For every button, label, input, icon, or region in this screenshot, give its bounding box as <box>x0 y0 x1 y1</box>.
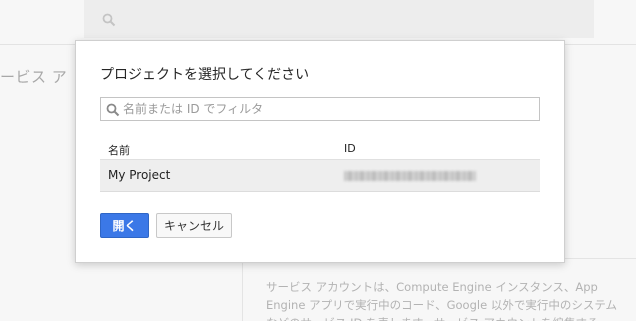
project-id-redacted <box>344 171 476 181</box>
background-page-title: ービス ア <box>0 68 68 86</box>
project-name: My Project <box>108 168 171 182</box>
project-table: 名前 ID My Project <box>100 136 540 192</box>
filter-input[interactable] <box>123 100 533 118</box>
search-icon <box>106 102 120 121</box>
table-row[interactable]: My Project <box>100 160 540 192</box>
project-select-dialog: プロジェクトを選択してください 名前 ID My Project 開く キャンセ… <box>75 40 565 263</box>
cancel-button[interactable]: キャンセル <box>156 213 232 238</box>
column-header-name[interactable]: 名前 <box>108 142 130 158</box>
search-icon <box>102 12 116 31</box>
background-description: サービス アカウントは、Compute Engine インスタンス、App En… <box>266 280 617 321</box>
table-header: 名前 ID <box>100 136 540 160</box>
open-button[interactable]: 開く <box>100 213 149 238</box>
background-search-bar[interactable] <box>84 0 594 38</box>
filter-field[interactable] <box>100 97 540 121</box>
dialog-title: プロジェクトを選択してください <box>100 67 310 83</box>
column-header-id[interactable]: ID <box>344 142 356 155</box>
